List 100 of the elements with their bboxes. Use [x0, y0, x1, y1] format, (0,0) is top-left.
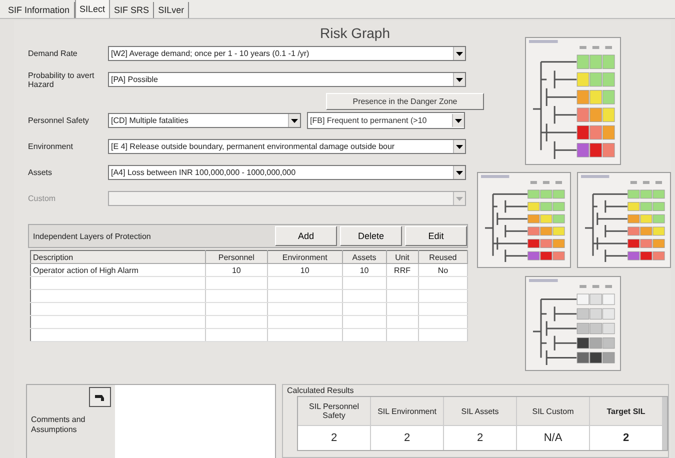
result-value: 2 [371, 426, 443, 450]
field-label: Custom [28, 194, 57, 203]
matrix-cell [590, 352, 602, 364]
graph-title-mark [581, 175, 610, 178]
dropdown-button[interactable] [453, 73, 465, 86]
caret-icon [455, 118, 462, 122]
matrix-cell [640, 251, 652, 260]
caret-icon [456, 196, 463, 200]
matrix-cell [602, 90, 615, 104]
matrix-cell [552, 251, 565, 260]
tree-lines-drawing [532, 298, 577, 365]
column-header[interactable]: Personnel [206, 250, 268, 264]
matrix-cell [640, 226, 652, 236]
column-header[interactable]: Reused [418, 250, 468, 264]
result-value: 2 [590, 426, 662, 450]
matrix-cell [628, 251, 640, 260]
matrix-cell [628, 190, 640, 199]
table-cell: No [418, 264, 468, 276]
matrix-cell [528, 226, 540, 236]
matrix-cell [576, 125, 590, 140]
matrix-cell [540, 226, 552, 236]
field-label: Assets [28, 168, 54, 177]
matrix-cell [540, 190, 552, 199]
matrix-cell [640, 190, 652, 199]
matrix-cell [528, 202, 540, 211]
matrix-cell [590, 90, 602, 104]
matrix-cell [602, 338, 615, 349]
tree-lines-drawing [584, 193, 628, 262]
toolbar-button[interactable]: Add [275, 226, 337, 246]
matrix-cell [540, 202, 552, 211]
matrix-cell [576, 352, 590, 364]
dropdown-field[interactable]: [A4] Loss between INR 100,000,000 - 1000,000,000 [108, 165, 466, 180]
matrix-cell [602, 108, 615, 122]
matrix-cell [652, 214, 665, 224]
dropdown-button[interactable] [453, 166, 465, 179]
tab[interactable]: SILect [74, 0, 110, 18]
matrix-cell [590, 125, 602, 140]
matrix-cell [628, 226, 640, 236]
matrix-cell [640, 214, 652, 224]
matrix-cell [540, 214, 552, 224]
matrix-cell [528, 190, 540, 199]
matrix-cell [576, 308, 590, 320]
matrix-cell [590, 294, 602, 305]
zone-button[interactable]: Presence in the Danger Zone [326, 93, 484, 110]
dropdown-field[interactable]: [PA] Possible [108, 72, 466, 87]
matrix-cell [590, 308, 602, 320]
matrix-cell [576, 143, 590, 158]
column-header[interactable]: Description [30, 250, 206, 264]
dropdown-field[interactable]: [FB] Frequent to permanent (>10 [307, 112, 465, 129]
field-label: Demand Rate [28, 49, 78, 58]
matrix-cell [552, 202, 565, 211]
table-cell: 10 [206, 264, 268, 276]
matrix-cell [552, 226, 565, 236]
dropdown-button[interactable] [453, 47, 465, 60]
caret-icon [456, 144, 463, 148]
matrix-cell [602, 72, 615, 87]
form-title: Risk Graph [320, 25, 390, 41]
caret-icon [456, 78, 463, 82]
matrix-cell [590, 143, 602, 158]
matrix-cell [590, 108, 602, 122]
table-cell: RRF [386, 264, 418, 276]
matrix-cell [602, 352, 615, 364]
dropdown-button[interactable] [288, 114, 300, 127]
matrix-cell [552, 214, 565, 224]
tab[interactable]: SIF SRS [110, 2, 154, 18]
field-label: Environment [28, 142, 74, 151]
toolbar-button[interactable]: Delete [340, 226, 402, 246]
graph-title-mark [481, 175, 510, 178]
matrix-cell [602, 125, 615, 140]
matrix-cell [590, 338, 602, 349]
matrix-cell [552, 190, 565, 199]
matrix-cell [540, 239, 552, 248]
result-value: 2 [444, 426, 516, 450]
group-title: Calculated Results [286, 385, 355, 396]
tab[interactable]: SILver [154, 2, 190, 18]
matrix-cell [576, 54, 590, 69]
matrix-cell [576, 108, 590, 122]
dropdown-field[interactable]: [E 4] Release outside boundary, permanent environmental damage outside bour [108, 139, 466, 154]
matrix-cell [576, 72, 590, 87]
dropdown-field[interactable]: [W2] Average demand; once per 1 - 10 years (0.1 -1 /yr) [108, 46, 466, 61]
toolbar-button[interactable]: Edit [405, 226, 467, 246]
matrix-cell [576, 338, 590, 349]
dropdown-button[interactable] [452, 114, 464, 127]
column-header[interactable]: Unit [386, 250, 418, 264]
matrix-cell [590, 322, 602, 334]
column-header: SIL Custom [517, 397, 589, 425]
matrix-cell [602, 54, 615, 69]
matrix-cell [602, 308, 615, 320]
matrix-cell [602, 143, 615, 158]
column-header[interactable]: Assets [342, 250, 386, 264]
caret-icon [291, 118, 298, 122]
dropdown-button[interactable] [453, 140, 465, 153]
table-cell: 10 [267, 264, 342, 276]
graph-title-mark [529, 40, 558, 43]
column-header: SIL Personnel Safety [298, 397, 370, 425]
matrix-cell [528, 214, 540, 224]
column-header[interactable]: Environment [267, 250, 342, 264]
column-header: Target SIL [590, 397, 662, 425]
column-header: SIL Assets [444, 397, 516, 425]
dropdown-field[interactable]: [CD] Multiple fatalities [108, 113, 301, 128]
